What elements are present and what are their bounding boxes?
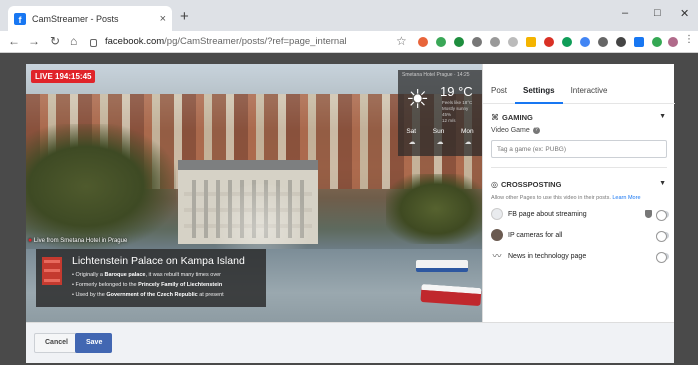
extension-icon[interactable] [436, 37, 446, 47]
url-path: /pg/CamStreamer/posts/?ref=page_internal [164, 36, 347, 47]
video-trees-right [386, 174, 482, 244]
live-timer-badge: LIVE 194:15:45 [31, 70, 96, 83]
sun-cloud-icon: ☀ [406, 84, 430, 114]
new-tab-button[interactable]: + [180, 8, 189, 25]
forward-icon[interactable]: → [28, 34, 40, 48]
crosspost-page-row: 〰 News in technology page [491, 247, 669, 265]
page-overlay: LIVE 194:15:45 Smetana Hotel Prague · 14… [0, 53, 698, 365]
extension-icon[interactable] [490, 37, 500, 47]
extension-icon[interactable] [526, 37, 536, 47]
url-domain: facebook.com [105, 36, 165, 47]
location-caption: ● Live from Smetana Hotel in Prague [28, 237, 128, 244]
tab-post[interactable]: Post [483, 84, 515, 104]
crossposting-description: Allow other Pages to use this video in t… [491, 195, 641, 201]
help-icon[interactable]: ? [532, 127, 540, 134]
back-icon[interactable]: ← [8, 34, 20, 48]
forecast-day: Sun [432, 128, 445, 135]
crosspost-toggle[interactable] [656, 230, 669, 242]
weather-header: Smetana Hotel Prague · 14:25 [402, 72, 470, 78]
browser-menu-icon[interactable]: ⋮ [684, 34, 694, 45]
forecast-day: Mon [460, 128, 474, 135]
extension-icon[interactable] [616, 37, 626, 47]
tab-interactive[interactable]: Interactive [563, 84, 616, 104]
landmark-title: Lichtenstein Palace on Kampa Island [72, 255, 245, 267]
settings-panel: Post Settings Interactive ⌘ GAMING ▼ Vid… [482, 64, 675, 322]
cloud-icon: ☁ [408, 139, 416, 146]
extension-icon[interactable] [580, 37, 590, 47]
landmark-facts: • Originally a Baroque palace, it was re… [72, 272, 224, 298]
extension-icon[interactable] [454, 37, 464, 47]
weather-temperature: 19 °C [440, 84, 473, 99]
facebook-extension-icon[interactable] [634, 37, 644, 47]
extension-icon[interactable] [544, 37, 554, 47]
shield-icon [645, 210, 652, 218]
live-video-dialog: LIVE 194:15:45 Smetana Hotel Prague · 14… [26, 64, 675, 363]
page-avatar [491, 208, 503, 220]
video-game-input[interactable] [491, 140, 667, 158]
video-preview[interactable]: LIVE 194:15:45 Smetana Hotel Prague · 14… [26, 64, 482, 322]
live-dot-icon: ● [28, 237, 33, 244]
video-game-label: Video Game ? [491, 127, 540, 134]
bookmark-star-icon[interactable]: ☆ [396, 34, 407, 48]
cloud-icon: ☁ [464, 139, 472, 146]
minimize-button[interactable]: – [622, 7, 628, 19]
extension-icon[interactable] [472, 37, 482, 47]
tab-title: CamStreamer - Posts [32, 13, 119, 24]
page-name: FB page about streaming [508, 210, 587, 218]
gaming-section-title: ⌘ GAMING [491, 113, 533, 122]
page-name: News in technology page [508, 252, 587, 260]
extension-icon[interactable] [508, 37, 518, 47]
crosspost-toggle[interactable] [656, 209, 669, 221]
forecast-day: Sat [406, 128, 417, 135]
forecast-icons: ☁ ☁ ☁ [398, 138, 482, 146]
crosspost-page-row: FB page about streaming [491, 205, 669, 223]
crossposting-collapse-icon[interactable]: ▼ [659, 180, 666, 187]
home-icon[interactable]: ⌂ [70, 34, 77, 48]
section-divider [491, 167, 667, 168]
browser-tab[interactable]: f CamStreamer - Posts × [8, 6, 172, 31]
crosspost-icon: ◎ [491, 180, 498, 189]
cancel-button[interactable]: Cancel [34, 333, 79, 353]
lock-icon [90, 38, 97, 47]
tab-close-icon[interactable]: × [160, 13, 166, 25]
gamepad-icon: ⌘ [491, 113, 499, 122]
crosspost-page-row: IP cameras for all [491, 226, 669, 244]
profile-avatar-icon[interactable] [668, 37, 678, 47]
browser-tab-bar: f CamStreamer - Posts × + – □ ✕ [0, 0, 698, 31]
panel-tabs: Post Settings Interactive [483, 84, 675, 104]
extension-icon[interactable] [652, 37, 662, 47]
weather-widget: Smetana Hotel Prague · 14:25 ☀ 19 °C Fee… [398, 70, 482, 156]
weather-details: Feels like 18°C Mostly sunny 45% 12 m/s [442, 100, 473, 123]
tab-settings[interactable]: Settings [515, 84, 563, 104]
page-avatar [491, 229, 503, 241]
learn-more-link[interactable]: Learn More [612, 195, 640, 201]
close-window-button[interactable]: ✕ [680, 7, 689, 20]
gaming-collapse-icon[interactable]: ▼ [659, 113, 666, 120]
hotel-logo-icon [42, 257, 62, 285]
video-boat [416, 260, 468, 272]
url-field[interactable]: facebook.com /pg/CamStreamer/posts/?ref=… [90, 33, 410, 50]
video-trees-left [26, 124, 176, 249]
signal-icon: 〰 [491, 250, 503, 262]
cloud-icon: ☁ [436, 139, 444, 146]
facebook-favicon-icon: f [14, 12, 26, 25]
address-bar: ← → ↻ ⌂ facebook.com /pg/CamStreamer/pos… [0, 31, 698, 53]
extension-icon[interactable] [562, 37, 572, 47]
weather-forecast-days: Sat Sun Mon [398, 128, 482, 135]
landmark-info-overlay: Lichtenstein Palace on Kampa Island • Or… [36, 249, 266, 307]
reload-icon[interactable]: ↻ [50, 34, 60, 48]
extension-icon[interactable] [598, 37, 608, 47]
extension-icon[interactable] [418, 37, 428, 47]
save-button[interactable]: Save [75, 333, 112, 353]
crosspost-toggle[interactable] [656, 251, 669, 263]
dialog-footer: Cancel Save [26, 322, 674, 363]
maximize-button[interactable]: □ [654, 7, 661, 19]
page-name: IP cameras for all [508, 231, 563, 239]
crossposting-section-title: ◎ CROSSPOSTING [491, 180, 562, 189]
